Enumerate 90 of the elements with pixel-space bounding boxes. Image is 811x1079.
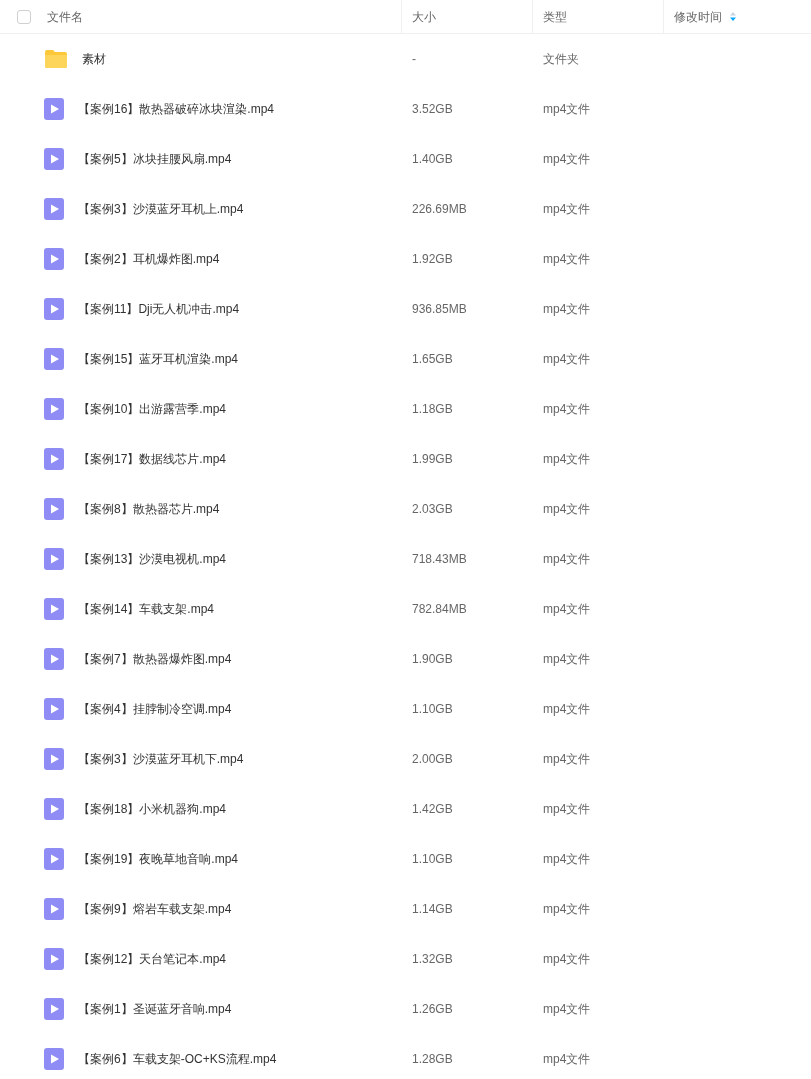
file-name[interactable]: 【案例3】沙漠蓝牙耳机上.mp4 [78,200,244,218]
file-type: 文件夹 [543,52,579,66]
file-type: mp4文件 [543,302,591,316]
video-file-icon [44,648,64,670]
file-type: mp4文件 [543,152,591,166]
video-file-icon [44,798,64,820]
file-size: 1.14GB [412,902,453,916]
file-size: - [412,52,416,66]
file-type: mp4文件 [543,752,591,766]
column-header[interactable]: 文件名 [47,7,83,26]
file-name[interactable]: 【案例8】散热器芯片.mp4 [78,500,220,518]
file-name[interactable]: 【案例2】耳机爆炸图.mp4 [78,250,220,268]
file-size: 782.84MB [412,602,467,616]
file-name[interactable]: 【案例18】小米机器狗.mp4 [78,800,227,818]
video-file-icon [44,248,64,270]
file-type: mp4文件 [543,402,591,416]
file-name[interactable]: 【案例5】冰块挂腰风扇.mp4 [78,150,232,168]
file-type: mp4文件 [543,602,591,616]
video-file-icon [44,348,64,370]
file-size: 1.40GB [412,152,453,166]
file-name[interactable]: 【案例10】出游露营季.mp4 [78,400,227,418]
file-size: 718.43MB [412,552,467,566]
file-name[interactable]: 【案例12】天台笔记本.mp4 [78,950,227,968]
video-file-icon [44,998,64,1020]
file-name[interactable]: 【案例6】车载支架-OC+KS流程.mp4 [78,1050,277,1068]
file-size: 1.18GB [412,402,453,416]
file-size: 2.03GB [412,502,453,516]
file-name[interactable]: 【案例11】Dji无人机冲击.mp4 [78,300,240,318]
video-file-icon [44,698,64,720]
file-type: mp4文件 [543,902,591,916]
file-name[interactable]: 【案例9】熔岩车载支架.mp4 [78,900,232,918]
file-type: mp4文件 [543,702,591,716]
video-file-icon [44,448,64,470]
file-name[interactable]: 【案例19】夜晚草地音响.mp4 [78,850,239,868]
file-size: 1.99GB [412,452,453,466]
video-file-icon [44,948,64,970]
video-file-icon [44,898,64,920]
folder-icon [44,49,68,69]
file-size: 2.00GB [412,752,453,766]
video-file-icon [44,748,64,770]
video-file-icon [44,548,64,570]
file-size: 1.10GB [412,702,453,716]
file-name[interactable]: 【案例7】散热器爆炸图.mp4 [78,650,232,668]
file-type: mp4文件 [543,102,591,116]
column-header[interactable]: 修改时间 [674,7,722,26]
file-size: 936.85MB [412,302,467,316]
file-type: mp4文件 [543,1002,591,1016]
file-type: mp4文件 [543,252,591,266]
video-file-icon [44,198,64,220]
column-header[interactable]: 大小 [412,7,436,26]
file-size: 1.26GB [412,1002,453,1016]
video-file-icon [44,598,64,620]
file-size: 1.32GB [412,952,453,966]
file-size: 1.10GB [412,852,453,866]
file-size: 1.42GB [412,802,453,816]
file-name[interactable]: 【案例1】圣诞蓝牙音响.mp4 [78,1000,232,1018]
file-type: mp4文件 [543,452,591,466]
file-size: 1.90GB [412,652,453,666]
file-size: 3.52GB [412,102,453,116]
file-name[interactable]: 【案例17】数据线芯片.mp4 [78,450,227,468]
file-name[interactable]: 【案例15】蓝牙耳机渲染.mp4 [78,350,239,368]
column-header[interactable]: 类型 [543,7,567,26]
file-type: mp4文件 [543,202,591,216]
select-all-checkbox[interactable] [16,9,31,24]
file-type: mp4文件 [543,952,591,966]
video-file-icon [44,298,64,320]
file-name[interactable]: 素材 [82,50,106,68]
sort-icon[interactable] [730,12,736,21]
file-size: 1.65GB [412,352,453,366]
video-file-icon [44,148,64,170]
file-type: mp4文件 [543,802,591,816]
file-type: mp4文件 [543,502,591,516]
video-file-icon [44,398,64,420]
file-type: mp4文件 [543,1052,591,1066]
file-name[interactable]: 【案例14】车载支架.mp4 [78,600,215,618]
file-name[interactable]: 【案例13】沙漠电视机.mp4 [78,550,227,568]
file-size: 1.28GB [412,1052,453,1066]
video-file-icon [44,498,64,520]
file-size: 226.69MB [412,202,467,216]
file-size: 1.92GB [412,252,453,266]
file-name[interactable]: 【案例4】挂脖制冷空调.mp4 [78,700,232,718]
file-type: mp4文件 [543,652,591,666]
video-file-icon [44,1048,64,1070]
file-name[interactable]: 【案例16】散热器破碎冰块渲染.mp4 [78,100,275,118]
file-type: mp4文件 [543,352,591,366]
file-type: mp4文件 [543,552,591,566]
file-name[interactable]: 【案例3】沙漠蓝牙耳机下.mp4 [78,750,244,768]
video-file-icon [44,848,64,870]
file-type: mp4文件 [543,852,591,866]
video-file-icon [44,98,64,120]
